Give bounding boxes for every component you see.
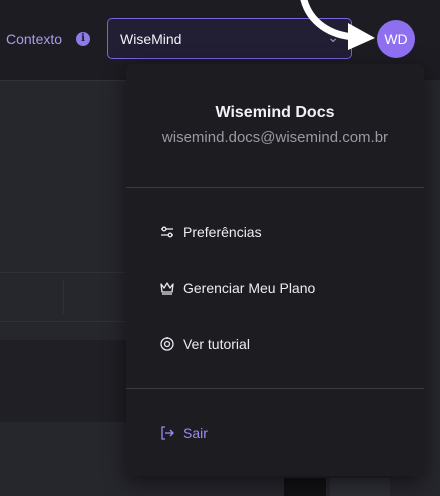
menu-divider	[126, 388, 424, 389]
logout-icon	[161, 426, 174, 440]
user-menu-dropdown: Wisemind Docs wisemind.docs@wisemind.com…	[126, 64, 424, 476]
user-avatar[interactable]: WD	[377, 20, 415, 58]
menu-item-manage-plan[interactable]: Gerenciar Meu Plano	[159, 277, 315, 299]
user-name: Wisemind Docs	[215, 104, 335, 121]
compass-icon	[160, 337, 174, 351]
background-panel	[0, 340, 130, 422]
context-label: Contexto	[6, 31, 63, 47]
background-footer-block	[284, 478, 326, 496]
background-tab-separator	[63, 280, 64, 314]
menu-item-tutorial[interactable]: Ver tutorial	[159, 333, 250, 355]
menu-item-preferences[interactable]: Preferências	[159, 221, 262, 243]
user-email: wisemind.docs@wisemind.com.br	[161, 129, 389, 146]
crown-icon	[160, 282, 174, 295]
background-divider	[0, 80, 130, 81]
menu-item-label: Preferências	[183, 224, 262, 240]
menu-item-label: Gerenciar Meu Plano	[183, 280, 316, 296]
background-tab-row	[0, 272, 130, 322]
menu-item-label: Ver tutorial	[183, 336, 250, 352]
background-footer-block	[330, 478, 390, 496]
logout-button[interactable]: Sair	[159, 422, 208, 444]
pointer-arrow-icon	[300, 0, 375, 50]
context-select-value: WiseMind	[120, 31, 182, 47]
sliders-icon	[161, 226, 173, 238]
info-icon[interactable]: i	[76, 32, 90, 46]
menu-divider	[126, 187, 424, 188]
logout-label: Sair	[183, 425, 208, 441]
